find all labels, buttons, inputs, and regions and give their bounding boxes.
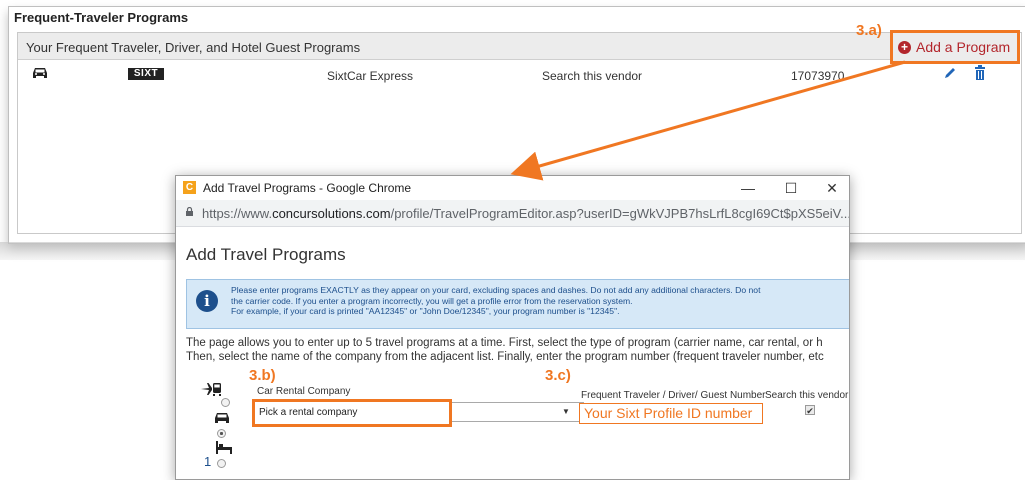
program-number-cell: 17073970 xyxy=(791,69,845,83)
rental-company-select-value[interactable]: Pick a rental company xyxy=(259,407,357,418)
car-rental-radio[interactable] xyxy=(217,429,226,438)
program-name-cell: SixtCar Express xyxy=(327,69,414,83)
info-line-1: Please enter programs EXACTLY as they ap… xyxy=(231,285,761,295)
maximize-button[interactable]: ☐ xyxy=(776,178,806,198)
programs-table-title: Your Frequent Traveler, Driver, and Hote… xyxy=(26,40,361,55)
search-vendor-checkbox[interactable]: ✔ xyxy=(805,405,815,416)
add-program-label[interactable]: Add a Program xyxy=(916,39,1010,55)
plane-train-icon xyxy=(201,383,221,396)
annotation-3c: 3.c) xyxy=(545,367,571,384)
concur-app-icon: C xyxy=(183,181,196,194)
search-column-label: Search this vendor xyxy=(765,390,849,401)
search-vendor-cell: Search this vendor xyxy=(542,69,643,83)
air-rail-radio[interactable] xyxy=(221,398,230,407)
instructions-text: The page allows you to enter up to 5 tra… xyxy=(186,336,824,364)
company-column-label: Car Rental Company xyxy=(257,386,351,397)
add-travel-programs-window: C Add Travel Programs - Google Chrome — … xyxy=(175,175,850,480)
info-icon: i xyxy=(196,290,218,312)
car-icon xyxy=(33,68,47,78)
pencil-icon[interactable] xyxy=(943,66,957,80)
close-button[interactable]: ✕ xyxy=(817,178,847,198)
bed-icon xyxy=(216,441,232,454)
info-line-3: For example, if your card is printed "AA… xyxy=(231,306,620,316)
lock-icon xyxy=(186,207,193,216)
chevron-down-icon[interactable]: ▼ xyxy=(562,407,570,416)
program-number-placeholder[interactable]: Your Sixt Profile ID number xyxy=(584,405,752,421)
window-title: Add Travel Programs - Google Chrome xyxy=(203,181,412,195)
plus-circle-icon[interactable]: + xyxy=(898,41,911,54)
sixt-logo: SIXT xyxy=(128,68,164,80)
info-banner-text: Please enter programs EXACTLY as they ap… xyxy=(231,285,849,317)
hotel-radio[interactable] xyxy=(217,459,226,468)
url-path: /profile/TravelProgramEditor.asp?userID=… xyxy=(390,206,850,221)
row-number: 1 xyxy=(204,454,212,469)
url-text[interactable]: https://www.concursolutions.com/profile/… xyxy=(202,206,850,221)
annotation-3b: 3.b) xyxy=(249,367,276,384)
minimize-button[interactable]: — xyxy=(733,178,763,198)
url-prefix: https://www. xyxy=(202,206,273,221)
url-host: concursolutions.com xyxy=(272,206,391,221)
instructions-line-2: Then, select the name of the company fro… xyxy=(186,351,824,363)
annotation-3a: 3.a) xyxy=(856,22,882,39)
trash-icon[interactable] xyxy=(974,65,986,81)
section-title: Frequent-Traveler Programs xyxy=(14,10,189,25)
page-title: Add Travel Programs xyxy=(186,245,346,264)
instructions-line-1: The page allows you to enter up to 5 tra… xyxy=(186,337,823,349)
info-line-2: the carrier code. If you enter a program… xyxy=(231,295,633,306)
car-icon xyxy=(215,413,229,423)
number-column-label: Frequent Traveler / Driver/ Guest Number xyxy=(581,390,766,401)
